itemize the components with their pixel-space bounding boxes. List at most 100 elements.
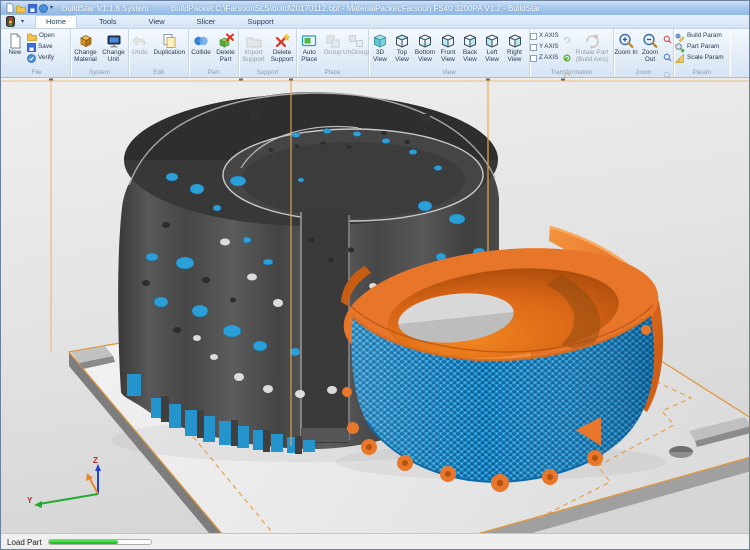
- menu-bar: ▾ Home Tools View Slicer Support: [1, 15, 749, 29]
- view-back-button[interactable]: Back View: [459, 30, 481, 64]
- part-param-button[interactable]: Part Param: [674, 42, 728, 53]
- quick-access-toolbar: ▾: [5, 3, 53, 13]
- new-icon: [6, 31, 24, 50]
- undo-icon: [131, 31, 149, 50]
- scale-param-button[interactable]: Scale Param: [674, 53, 728, 64]
- cube-back-icon: [461, 31, 479, 50]
- delete-part-button[interactable]: Delete Part: [213, 30, 238, 64]
- verify-icon: [27, 54, 36, 63]
- ribbon-group-support: Import Support Delete Support Support: [239, 29, 297, 77]
- tab-tools[interactable]: Tools: [89, 16, 127, 28]
- verify-button[interactable]: Verify: [27, 53, 55, 64]
- new-button[interactable]: New: [3, 30, 27, 57]
- auto-place-icon: [300, 31, 318, 50]
- tab-view[interactable]: View: [139, 16, 175, 28]
- window-title: BuildStar V1.1.8 SystemBuildPacket:C:\Fa…: [62, 4, 540, 13]
- view-3d-button[interactable]: 3D View: [369, 30, 391, 64]
- about-icon[interactable]: [39, 4, 48, 13]
- ribbon-group-system: Change Material Change Unit System: [71, 29, 129, 77]
- zoom-window-icon[interactable]: [663, 31, 672, 49]
- import-support-button[interactable]: Import Support: [239, 30, 268, 64]
- ungroup-button[interactable]: UnGroup: [344, 30, 368, 57]
- x-axis-checkbox-box[interactable]: [530, 33, 537, 40]
- load-progress-fill: [49, 540, 118, 544]
- collide-button[interactable]: Collide: [189, 30, 213, 57]
- status-bar: Load Part: [1, 533, 749, 550]
- application-menu-button[interactable]: ▾: [3, 16, 29, 28]
- zoom-in-icon: [617, 31, 635, 50]
- cube-front-icon: [439, 31, 457, 50]
- rotate-free-icon[interactable]: [563, 31, 571, 49]
- delete-part-icon: [217, 31, 235, 50]
- undo-button[interactable]: Undo: [129, 30, 151, 57]
- view-front-button[interactable]: Front View: [437, 30, 459, 64]
- rotate-part-icon: [583, 31, 601, 50]
- z-axis-checkbox-box[interactable]: [530, 55, 537, 62]
- build-param-button[interactable]: Build Param: [674, 31, 728, 42]
- change-unit-button[interactable]: Change Unit: [100, 30, 127, 64]
- view-right-button[interactable]: Right View: [503, 30, 526, 64]
- view-top-button[interactable]: Top View: [391, 30, 413, 64]
- y-axis-checkbox-box[interactable]: [530, 44, 537, 51]
- ribbon-toolbar: New Open Save Verify File Change Materia…: [1, 29, 749, 78]
- delete-support-icon: [273, 31, 291, 50]
- ribbon-group-file: New Open Save Verify File: [3, 29, 71, 77]
- app-logo-icon: [6, 16, 19, 27]
- y-axis-checkbox[interactable]: Y AXIS: [530, 42, 562, 53]
- group-icon: [324, 31, 342, 50]
- cube-3d-icon: [371, 31, 389, 50]
- cube-top-icon: [393, 31, 411, 50]
- tab-home[interactable]: Home: [35, 15, 77, 28]
- view-left-button[interactable]: Left View: [481, 30, 503, 64]
- status-label: Load Part: [7, 538, 42, 547]
- ribbon-group-view: 3D View Top View Bottom View Front View …: [369, 29, 530, 77]
- ribbon-group-edit: Undo Duplication Edit: [129, 29, 189, 77]
- cube-right-icon: [506, 31, 524, 50]
- auto-place-button[interactable]: Auto Place: [297, 30, 321, 64]
- view-bottom-button[interactable]: Bottom View: [413, 30, 437, 64]
- ribbon-group-zoom: Zoom In Zoom Out Zoom: [614, 29, 674, 77]
- open-button[interactable]: Open: [27, 31, 55, 42]
- zoom-all-icon[interactable]: [663, 49, 672, 67]
- rotate-part-button[interactable]: Rotate Part(Build Axis): [572, 30, 612, 64]
- rotate-green-icon[interactable]: [563, 49, 571, 67]
- open-icon: [27, 32, 37, 41]
- change-unit-icon: [105, 31, 123, 50]
- zoom-in-button[interactable]: Zoom In: [614, 30, 638, 57]
- change-material-icon: [77, 31, 95, 50]
- scale-param-icon: [674, 53, 685, 64]
- new-file-icon[interactable]: [5, 3, 14, 13]
- qat-dropdown-icon[interactable]: ▾: [50, 5, 53, 11]
- axis-z-label: Z: [93, 456, 98, 465]
- cube-left-icon: [483, 31, 501, 50]
- build-param-icon: [674, 31, 685, 42]
- ribbon-group-transformation: X AXIS Y AXIS Z AXIS Rotate Part(Build A…: [530, 29, 614, 77]
- x-axis-checkbox[interactable]: X AXIS: [530, 31, 562, 42]
- change-material-button[interactable]: Change Material: [71, 30, 100, 64]
- duplication-icon: [160, 31, 178, 50]
- load-progress-bar: [48, 539, 152, 545]
- part-param-icon: [674, 42, 685, 53]
- app-menu-dropdown-icon: ▾: [21, 18, 24, 25]
- import-support-icon: [245, 31, 263, 50]
- tab-support[interactable]: Support: [237, 16, 283, 28]
- group-button[interactable]: Group: [321, 30, 344, 57]
- save-file-icon[interactable]: [28, 4, 37, 13]
- axis-y-label: Y: [27, 496, 33, 505]
- open-file-icon[interactable]: [16, 4, 26, 13]
- ribbon-group-place: Auto Place Group UnGroup Place: [297, 29, 369, 77]
- collide-icon: [192, 31, 210, 50]
- ribbon-group-param: Build Param Part Param Scale Param Param: [674, 29, 730, 77]
- ungroup-icon: [347, 31, 365, 50]
- ribbon-group-part: Collide Delete Part Part: [189, 29, 239, 77]
- zoom-out-button[interactable]: Zoom Out: [638, 30, 662, 64]
- tab-slicer[interactable]: Slicer: [187, 16, 226, 28]
- z-axis-checkbox[interactable]: Z AXIS: [530, 53, 562, 64]
- viewport-3d-canvas[interactable]: Z Y: [1, 78, 749, 533]
- save-icon: [27, 43, 36, 52]
- delete-support-button[interactable]: Delete Support: [268, 30, 296, 64]
- title-bar: ▾ BuildStar V1.1.8 SystemBuildPacket:C:\…: [1, 1, 749, 15]
- duplication-button[interactable]: Duplication: [151, 30, 188, 57]
- zoom-out-icon: [641, 31, 659, 50]
- save-button[interactable]: Save: [27, 42, 55, 53]
